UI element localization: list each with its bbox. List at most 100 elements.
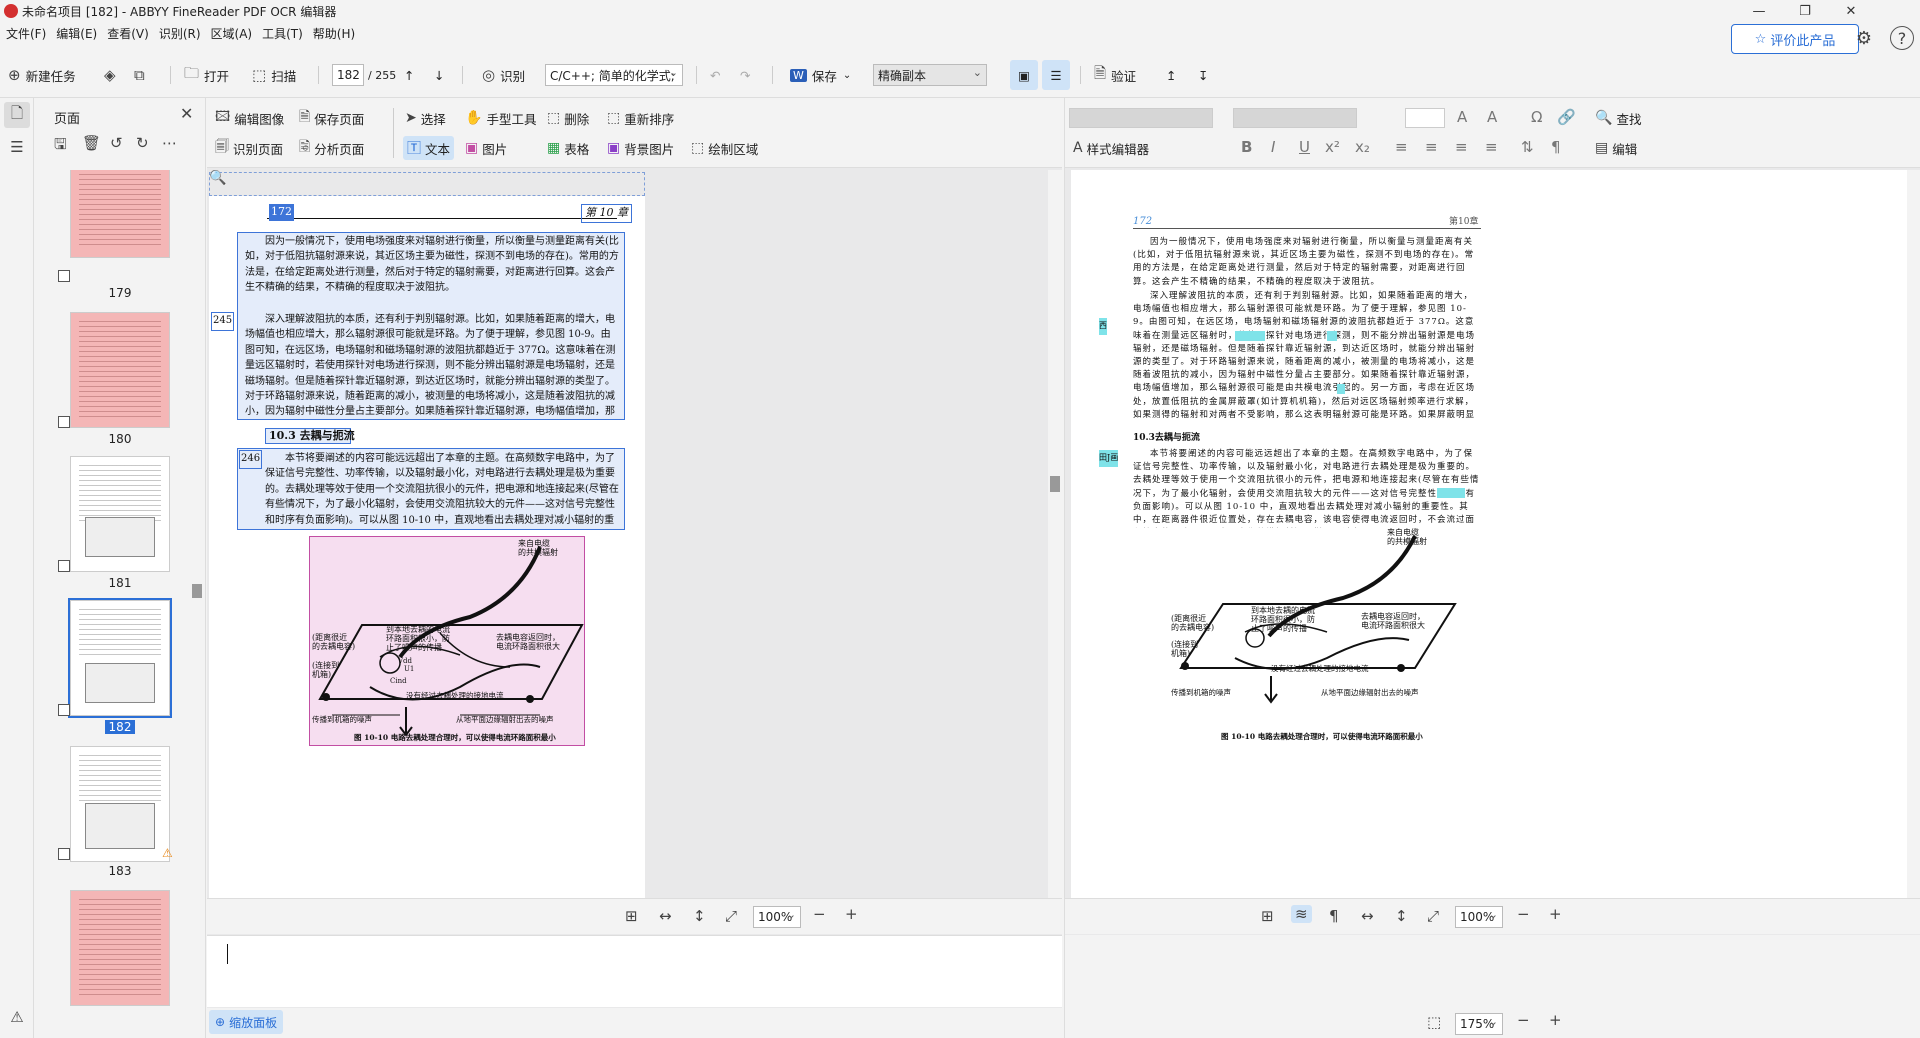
- text-layout-icon[interactable]: ≋: [1291, 905, 1312, 923]
- image-canvas[interactable]: 🔍 172 第 10 章 因为一般情况下，使用电场强度来对辐射进行衡量，所以衡量…: [207, 170, 1052, 898]
- fit-width-icon[interactable]: ↔: [1361, 907, 1374, 925]
- restore-icon[interactable]: ❐: [1782, 0, 1828, 22]
- help-icon[interactable]: ?: [1890, 26, 1914, 50]
- gear-icon[interactable]: ⚙: [1852, 26, 1876, 50]
- fit-width-icon[interactable]: ↔: [659, 907, 672, 925]
- redo-icon[interactable]: ↷: [740, 60, 750, 90]
- bold-icon[interactable]: B: [1241, 138, 1252, 156]
- style-select[interactable]: [1069, 108, 1213, 128]
- hand-tool[interactable]: ✋ 手型工具: [465, 106, 536, 130]
- menu-recognize[interactable]: 识别(R): [159, 25, 201, 42]
- list-view-icon[interactable]: ☰: [4, 134, 30, 160]
- analyze-page-button[interactable]: 🗟 分析页面: [299, 136, 364, 160]
- superscript-icon[interactable]: x²: [1325, 138, 1340, 156]
- warning-panel-icon[interactable]: ⚠: [4, 1004, 30, 1030]
- bottom-zoom-select[interactable]: 175%: [1455, 1013, 1503, 1035]
- grow-font-icon[interactable]: A: [1457, 108, 1467, 126]
- fit-page-icon[interactable]: ⊞: [1261, 907, 1274, 925]
- thumbnail-list[interactable]: 179 180 181 182 ⚠ 183: [34, 170, 194, 1038]
- undo-icon[interactable]: ↶: [710, 60, 720, 90]
- save-button[interactable]: W 保存 ⌄: [790, 60, 851, 90]
- zoom-out-icon[interactable]: −: [813, 905, 826, 923]
- image-view-icon[interactable]: ▣: [1010, 60, 1038, 90]
- close-icon[interactable]: ✕: [1828, 0, 1874, 22]
- pages-view-icon[interactable]: 🗋: [4, 102, 30, 128]
- pages-scrollbar[interactable]: [190, 170, 204, 1038]
- actual-size-icon[interactable]: ⤢: [1427, 907, 1439, 925]
- draw-area-tool[interactable]: ⬚ 绘制区域: [691, 136, 758, 160]
- next-error-icon[interactable]: ↧: [1198, 60, 1208, 90]
- prev-error-icon[interactable]: ↥: [1166, 60, 1176, 90]
- image-zoom-select[interactable]: 100%: [753, 906, 801, 928]
- style-editor-button[interactable]: A 样式编辑器: [1073, 136, 1149, 160]
- page-thumbnail[interactable]: [70, 170, 170, 258]
- save-page-button[interactable]: 🗎 保存页面: [299, 106, 364, 130]
- rotate-right-icon[interactable]: ↻: [136, 134, 149, 152]
- zoom-in-icon[interactable]: +: [845, 905, 858, 923]
- font-size-select[interactable]: [1405, 108, 1445, 128]
- fit-height-icon[interactable]: ↕: [1395, 907, 1408, 925]
- menu-area[interactable]: 区域(A): [211, 25, 253, 42]
- find-button[interactable]: 🔍 查找: [1595, 106, 1641, 130]
- layers-stack-icon[interactable]: ⧉: [134, 60, 150, 90]
- arrow-up-icon[interactable]: ↑: [404, 60, 414, 90]
- minimize-icon[interactable]: —: [1736, 0, 1782, 22]
- underline-icon[interactable]: U: [1299, 138, 1310, 156]
- image-scrollbar[interactable]: [1048, 170, 1062, 898]
- edit-button[interactable]: ▤ 编辑: [1595, 136, 1637, 160]
- align-left-icon[interactable]: ≡: [1395, 138, 1408, 156]
- select-area-icon[interactable]: ⬚: [1427, 1013, 1441, 1031]
- zoom-out-icon[interactable]: −: [1517, 1011, 1530, 1029]
- page-thumbnail[interactable]: [70, 456, 170, 572]
- reorder-button[interactable]: ⬚ 重新排序: [607, 106, 674, 130]
- save-mode-select[interactable]: 精确副本: [873, 64, 987, 86]
- menu-edit[interactable]: 编辑(E): [56, 25, 97, 42]
- new-task-button[interactable]: ⊕ 新建任务: [8, 60, 76, 90]
- page-thumbnail[interactable]: [70, 890, 170, 1006]
- recognize-page-button[interactable]: 🗐 识别页面: [215, 136, 283, 160]
- menu-help[interactable]: 帮助(H): [313, 25, 355, 42]
- menu-view[interactable]: 查看(V): [107, 25, 149, 42]
- font-select[interactable]: [1233, 108, 1357, 128]
- align-right-icon[interactable]: ≡: [1455, 138, 1468, 156]
- italic-icon[interactable]: I: [1271, 138, 1275, 156]
- text-area-tool[interactable]: 🅃 文本: [403, 136, 455, 160]
- table-area-tool[interactable]: ▦ 表格: [547, 136, 589, 160]
- more-icon[interactable]: ⋯: [162, 134, 177, 152]
- special-char-icon[interactable]: Ω: [1531, 108, 1542, 126]
- subscript-icon[interactable]: x₂: [1355, 138, 1370, 156]
- edit-image-button[interactable]: 🖾 编辑图像: [215, 106, 284, 130]
- bg-picture-tool[interactable]: ▣ 背景图片: [607, 136, 674, 160]
- save-icon[interactable]: 🖫: [54, 134, 67, 159]
- zoom-panel-button[interactable]: ⊕ 缩放面板: [209, 1010, 284, 1034]
- language-select[interactable]: C/C++; 简单的化学式;: [545, 64, 683, 86]
- picture-area[interactable]: 来自电缆 的共模辐射 (距离很近 的去耦电容) 到本地去耦的电流 环路面积很小，…: [309, 536, 585, 746]
- page-thumbnail-selected[interactable]: [68, 598, 172, 718]
- line-spacing-icon[interactable]: ⇅: [1521, 138, 1534, 156]
- text-canvas[interactable]: 172 第10章 因为一般情况下，使用电场强度来对辐射进行衡量，所以衡量与测量距…: [1065, 170, 1907, 898]
- rotate-left-icon[interactable]: ↺: [110, 134, 123, 152]
- zoom-in-icon[interactable]: +: [1549, 1011, 1562, 1029]
- rate-product-button[interactable]: ☆ 评价此产品: [1731, 24, 1859, 54]
- fit-page-icon[interactable]: ⊞: [625, 907, 638, 925]
- page-number-input[interactable]: 182: [332, 64, 364, 86]
- text-scrollbar[interactable]: [1907, 170, 1920, 898]
- delete-area-button[interactable]: ⬚ 删除: [547, 106, 589, 130]
- menu-file[interactable]: 文件(F): [6, 25, 46, 42]
- paragraph-marks-icon[interactable]: ¶: [1329, 907, 1339, 925]
- picture-area-tool[interactable]: ▣ 图片: [465, 136, 507, 160]
- scan-button[interactable]: ⬚ 扫描: [252, 60, 296, 90]
- paragraph-icon[interactable]: ¶: [1551, 138, 1561, 156]
- zoom-out-icon[interactable]: −: [1517, 905, 1530, 923]
- arrow-down-icon[interactable]: ↓: [434, 60, 444, 90]
- text-view-icon[interactable]: ☰: [1042, 60, 1070, 90]
- fit-height-icon[interactable]: ↕: [693, 907, 706, 925]
- verify-button[interactable]: 🗎 验证: [1094, 60, 1136, 90]
- page-thumbnail[interactable]: [70, 312, 170, 428]
- link-icon[interactable]: 🔗: [1557, 108, 1576, 126]
- justify-icon[interactable]: ≡: [1485, 138, 1498, 156]
- actual-size-icon[interactable]: ⤢: [725, 907, 737, 925]
- shrink-font-icon[interactable]: A: [1487, 108, 1497, 126]
- close-icon[interactable]: ✕: [180, 104, 193, 123]
- menu-tools[interactable]: 工具(T): [262, 25, 303, 42]
